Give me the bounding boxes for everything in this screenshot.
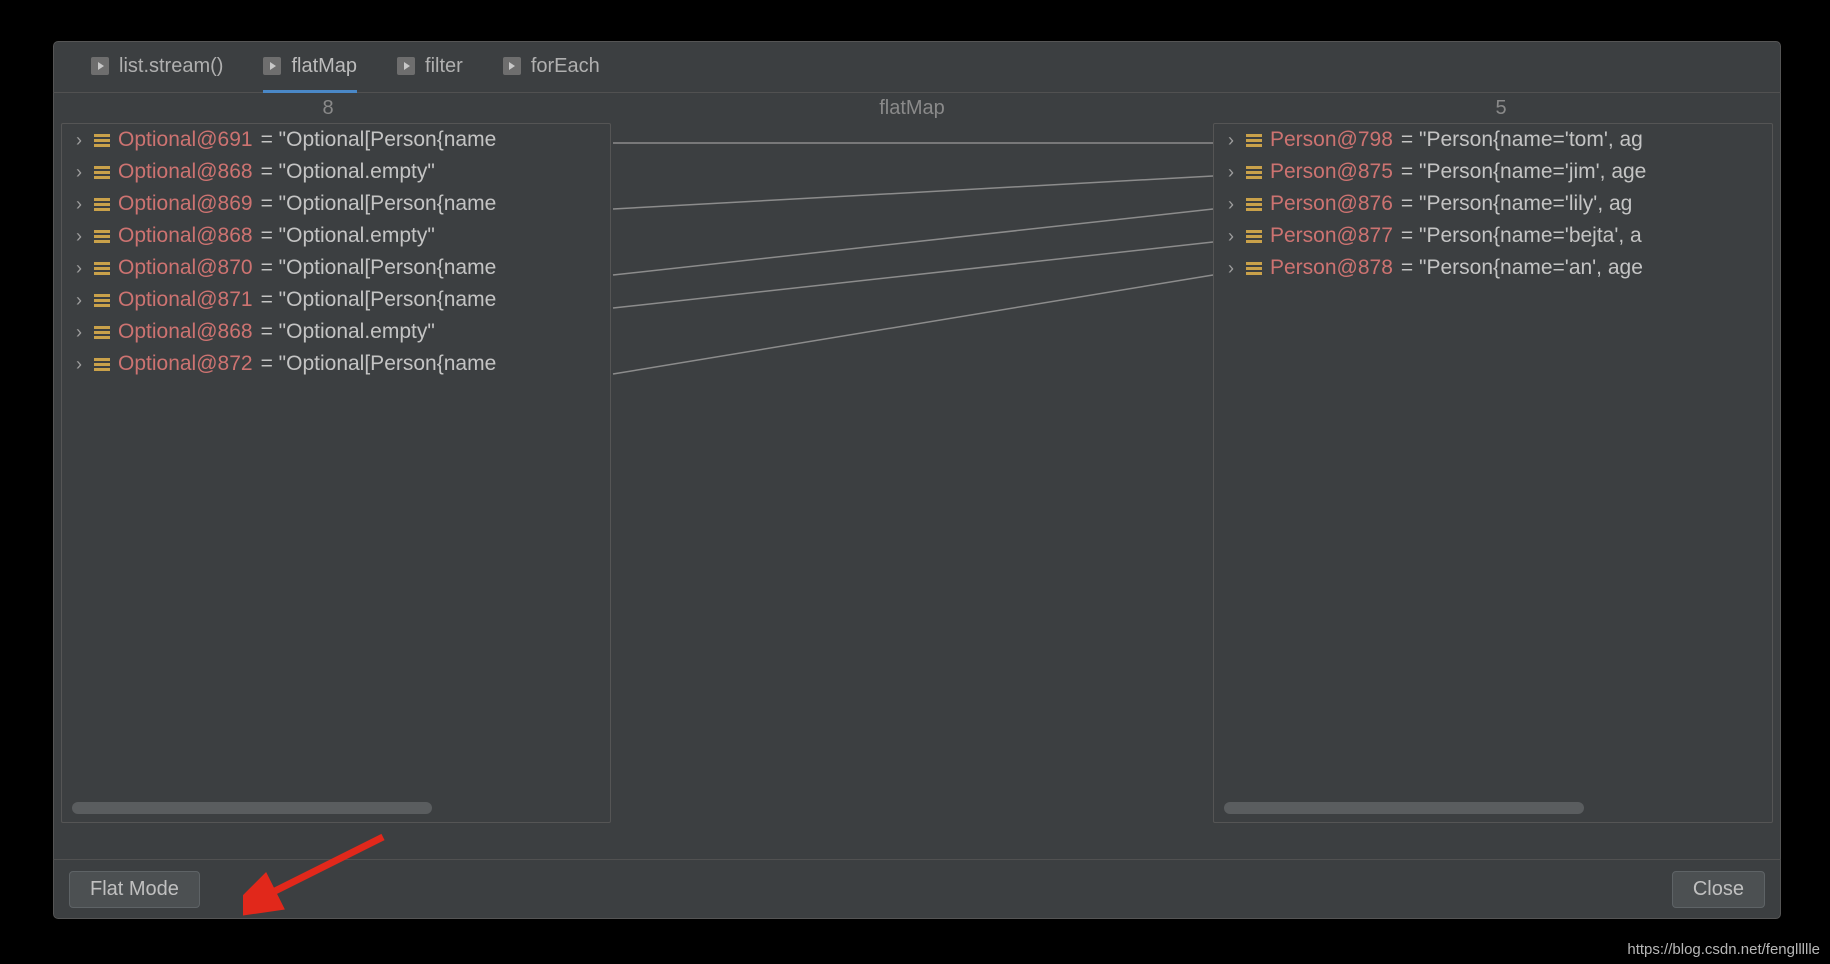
column-headers: 8 flatMap 5 <box>53 93 1781 123</box>
input-panel[interactable]: › Optional@691 = "Optional[Person{name › Op… <box>61 123 611 823</box>
list-item[interactable]: › Optional@691 = "Optional[Person{name <box>62 124 610 156</box>
object-icon <box>1246 166 1262 179</box>
flat-mode-button[interactable]: Flat Mode <box>69 871 200 908</box>
object-reference: Optional@871 <box>118 288 253 312</box>
object-reference: Optional@691 <box>118 128 253 152</box>
expand-chevron-icon[interactable]: › <box>72 258 86 279</box>
object-value: = "Person{name='jim', age <box>1401 160 1646 184</box>
object-icon <box>94 198 110 211</box>
object-reference: Optional@869 <box>118 192 253 216</box>
play-icon <box>263 57 281 75</box>
object-value: = "Optional[Person{name <box>261 128 497 152</box>
object-reference: Optional@868 <box>118 160 253 184</box>
list-item[interactable]: › Optional@871 = "Optional[Person{name <box>62 284 610 316</box>
object-reference: Optional@868 <box>118 224 253 248</box>
close-button[interactable]: Close <box>1672 871 1765 908</box>
play-icon <box>397 57 415 75</box>
object-value: = "Person{name='tom', ag <box>1401 128 1643 152</box>
tab-foreach[interactable]: forEach <box>503 55 600 93</box>
object-reference: Person@878 <box>1270 256 1393 280</box>
list-item[interactable]: › Optional@870 = "Optional[Person{name <box>62 252 610 284</box>
tab-flatmap[interactable]: flatMap <box>263 55 357 93</box>
list-item[interactable]: › Person@876 = "Person{name='lily', ag <box>1214 188 1772 220</box>
object-reference: Optional@872 <box>118 352 253 376</box>
object-value: = "Optional.empty" <box>261 160 435 184</box>
object-value: = "Person{name='lily', ag <box>1401 192 1632 216</box>
object-reference: Optional@870 <box>118 256 253 280</box>
tab-list-stream[interactable]: list.stream() <box>91 55 223 93</box>
expand-chevron-icon[interactable]: › <box>72 322 86 343</box>
stream-trace-dialog: list.stream() flatMap filter forEach 8 f… <box>52 40 1782 920</box>
left-count: 8 <box>53 97 603 120</box>
object-reference: Person@875 <box>1270 160 1393 184</box>
object-value: = "Optional[Person{name <box>261 192 497 216</box>
expand-chevron-icon[interactable]: › <box>1224 162 1238 183</box>
object-value: = "Optional.empty" <box>261 224 435 248</box>
expand-chevron-icon[interactable]: › <box>72 130 86 151</box>
expand-chevron-icon[interactable]: › <box>1224 258 1238 279</box>
expand-chevron-icon[interactable]: › <box>1224 226 1238 247</box>
tab-label: filter <box>425 55 463 78</box>
list-item[interactable]: › Person@798 = "Person{name='tom', ag <box>1214 124 1772 156</box>
object-reference: Optional@868 <box>118 320 253 344</box>
expand-chevron-icon[interactable]: › <box>1224 194 1238 215</box>
expand-chevron-icon[interactable]: › <box>1224 130 1238 151</box>
operation-title: flatMap <box>603 97 1221 120</box>
object-value: = "Optional[Person{name <box>261 256 497 280</box>
main-area: › Optional@691 = "Optional[Person{name › Op… <box>53 123 1781 823</box>
tab-label: list.stream() <box>119 55 223 78</box>
object-value: = "Optional[Person{name <box>261 352 497 376</box>
list-item[interactable]: › Person@878 = "Person{name='an', age <box>1214 252 1772 284</box>
object-icon <box>94 358 110 371</box>
play-icon <box>91 57 109 75</box>
list-item[interactable]: › Optional@869 = "Optional[Person{name <box>62 188 610 220</box>
tab-label: forEach <box>531 55 600 78</box>
object-icon <box>1246 198 1262 211</box>
horizontal-scrollbar[interactable] <box>72 802 432 814</box>
expand-chevron-icon[interactable]: › <box>72 354 86 375</box>
object-value: = "Person{name='bejta', a <box>1401 224 1642 248</box>
tab-label: flatMap <box>291 55 357 78</box>
expand-chevron-icon[interactable]: › <box>72 290 86 311</box>
object-value: = "Person{name='an', age <box>1401 256 1643 280</box>
dialog-footer: Flat Mode Close <box>53 859 1781 919</box>
horizontal-scrollbar[interactable] <box>1224 802 1584 814</box>
expand-chevron-icon[interactable]: › <box>72 162 86 183</box>
object-icon <box>94 166 110 179</box>
expand-chevron-icon[interactable]: › <box>72 194 86 215</box>
object-icon <box>94 134 110 147</box>
list-item[interactable]: › Optional@868 = "Optional.empty" <box>62 156 610 188</box>
object-icon <box>94 326 110 339</box>
object-value: = "Optional[Person{name <box>261 288 497 312</box>
object-icon <box>94 294 110 307</box>
object-reference: Person@798 <box>1270 128 1393 152</box>
object-icon <box>1246 262 1262 275</box>
list-item[interactable]: › Person@877 = "Person{name='bejta', a <box>1214 220 1772 252</box>
object-reference: Person@876 <box>1270 192 1393 216</box>
right-count: 5 <box>1221 97 1781 120</box>
object-icon <box>94 230 110 243</box>
object-icon <box>94 262 110 275</box>
list-item[interactable]: › Optional@868 = "Optional.empty" <box>62 316 610 348</box>
list-item[interactable]: › Person@875 = "Person{name='jim', age <box>1214 156 1772 188</box>
tab-filter[interactable]: filter <box>397 55 463 93</box>
tab-bar: list.stream() flatMap filter forEach <box>53 41 1781 93</box>
list-item[interactable]: › Optional@872 = "Optional[Person{name <box>62 348 610 380</box>
expand-chevron-icon[interactable]: › <box>72 226 86 247</box>
object-icon <box>1246 230 1262 243</box>
output-panel[interactable]: › Person@798 = "Person{name='tom', ag › Per… <box>1213 123 1773 823</box>
watermark: https://blog.csdn.net/fengllllle <box>1627 941 1820 958</box>
object-icon <box>1246 134 1262 147</box>
play-icon <box>503 57 521 75</box>
list-item[interactable]: › Optional@868 = "Optional.empty" <box>62 220 610 252</box>
object-reference: Person@877 <box>1270 224 1393 248</box>
object-value: = "Optional.empty" <box>261 320 435 344</box>
